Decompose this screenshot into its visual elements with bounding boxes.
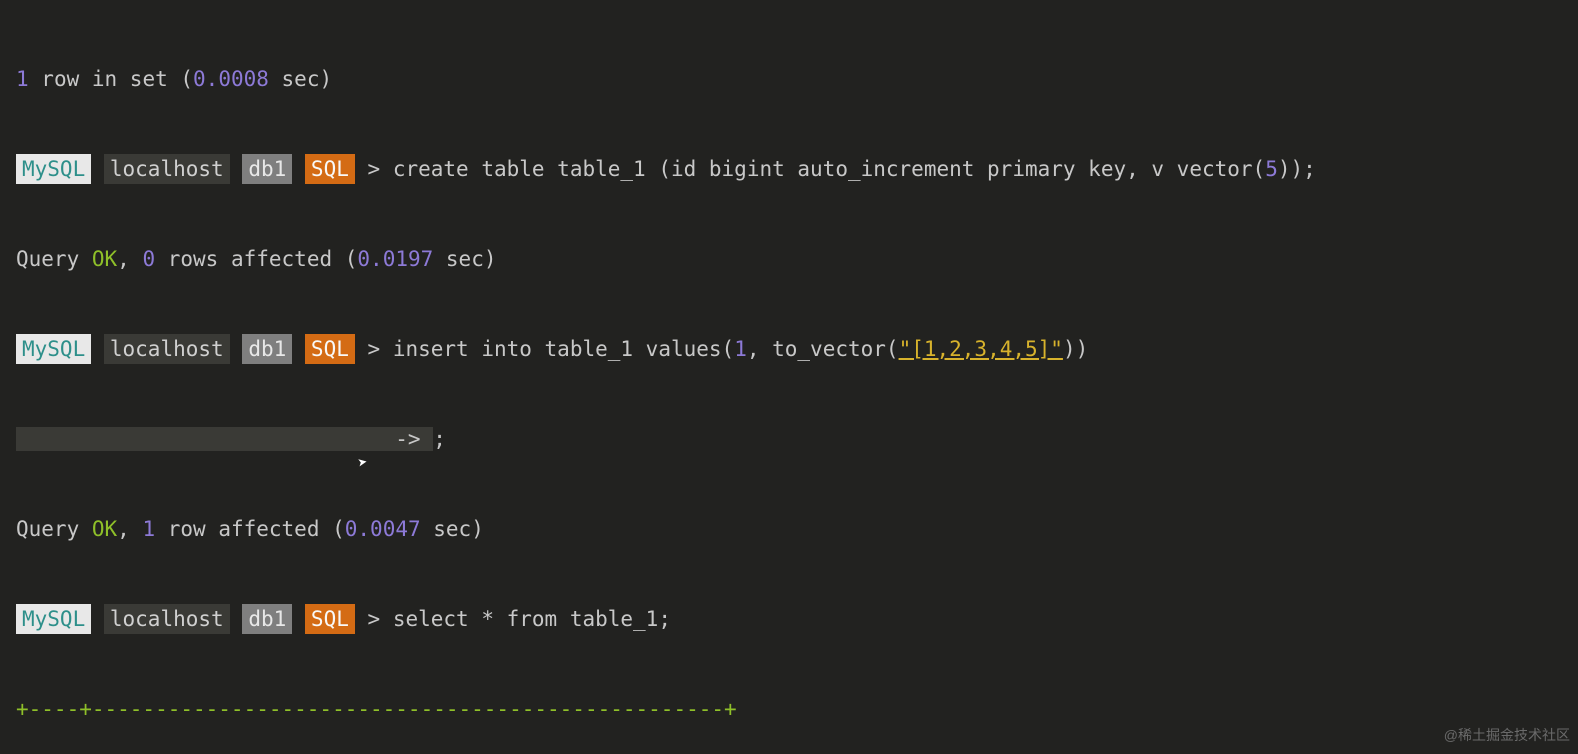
badge-mysql: MySQL xyxy=(16,154,91,184)
prompt: MySQL localhost db1 SQL > xyxy=(16,604,380,634)
badge-db: db1 xyxy=(242,154,292,184)
watermark: @稀土掘金技术社区 xyxy=(1444,720,1570,750)
prompt: MySQL localhost db1 SQL > xyxy=(16,154,380,184)
badge-sql: SQL xyxy=(305,154,355,184)
terminal[interactable]: 1 row in set (0.0008 sec) MySQL localhos… xyxy=(0,0,1578,754)
cmd-select-all: MySQL localhost db1 SQL > select * from … xyxy=(16,604,1570,634)
table-rule: +----+----------------------------------… xyxy=(16,694,1570,724)
cmd-continue: -> ; xyxy=(16,424,1570,454)
cmd-create-table: MySQL localhost db1 SQL > create table t… xyxy=(16,154,1570,184)
prompt: MySQL localhost db1 SQL > xyxy=(16,334,380,364)
query-result: Query OK, 1 row affected (0.0047 sec) xyxy=(16,514,1570,544)
cmd-insert: MySQL localhost db1 SQL > insert into ta… xyxy=(16,334,1570,364)
result-summary: 1 row in set (0.0008 sec) xyxy=(16,64,1570,94)
query-result: Query OK, 0 rows affected (0.0197 sec) xyxy=(16,244,1570,274)
badge-host: localhost xyxy=(104,154,230,184)
